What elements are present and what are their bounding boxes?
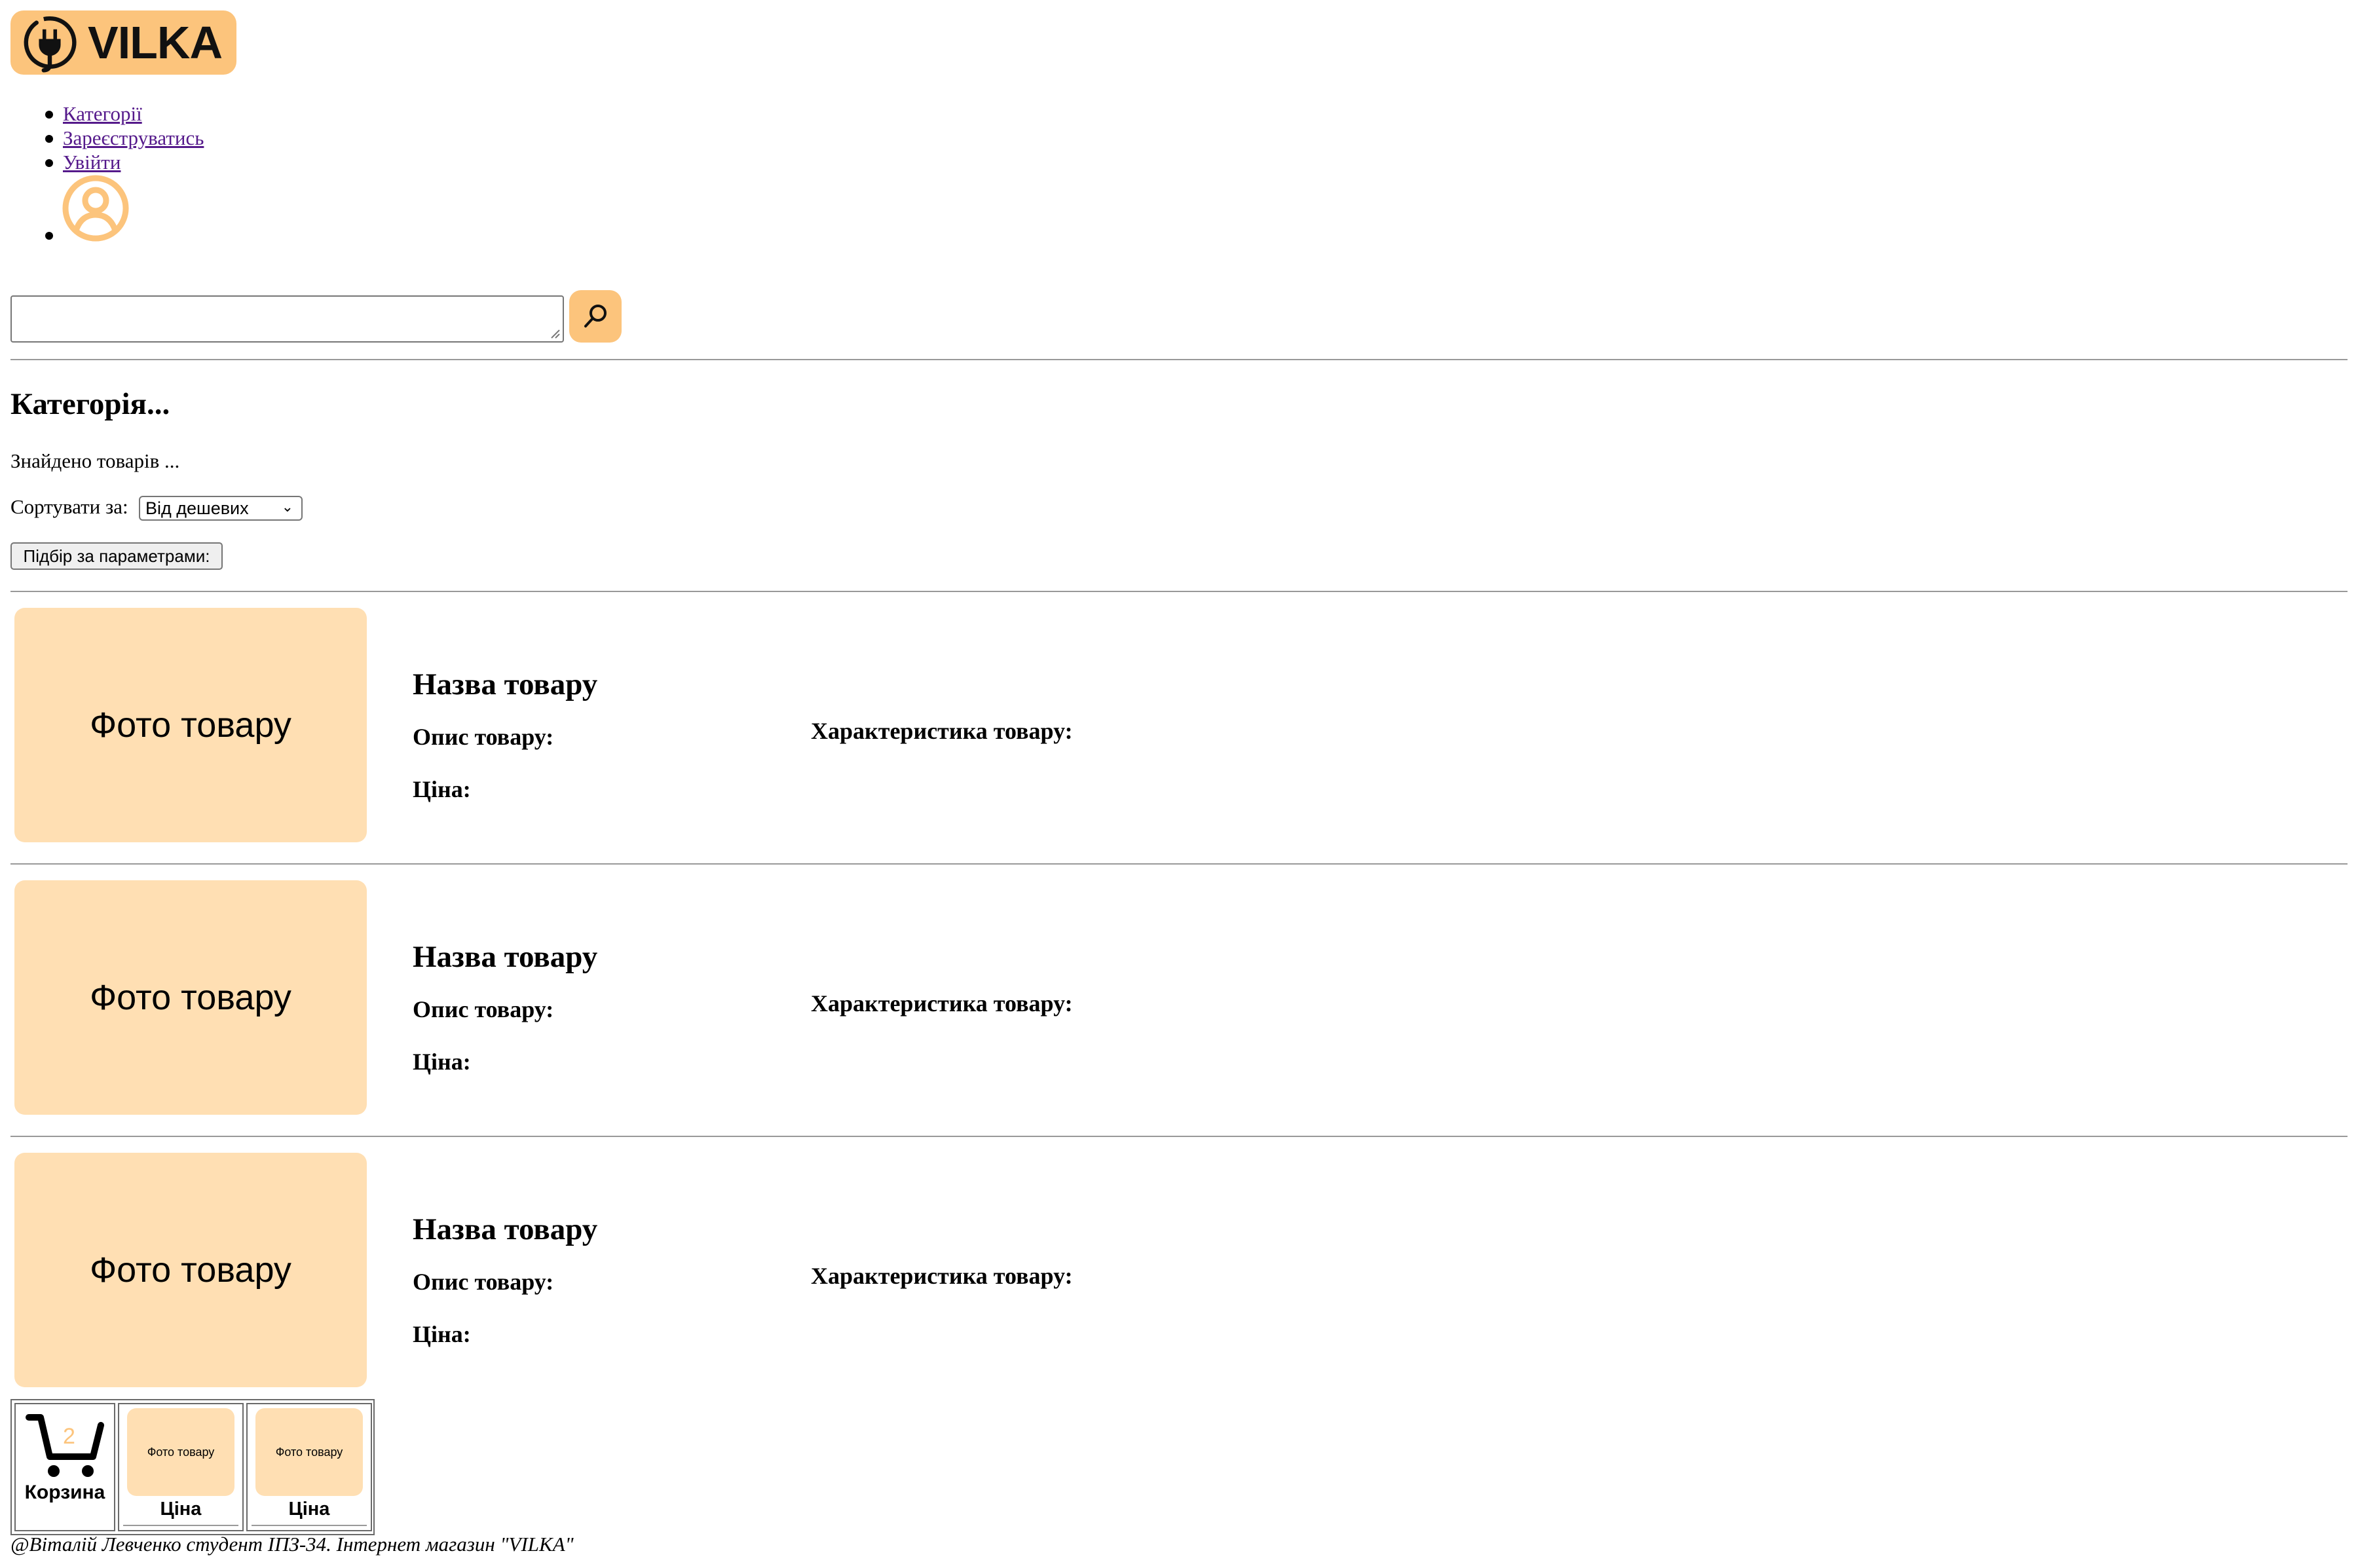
nav-link-categories[interactable]: Категорії bbox=[63, 102, 142, 126]
product-description-label: Опис товару: bbox=[413, 996, 554, 1022]
product-photo[interactable]: Фото товару bbox=[14, 880, 367, 1115]
cart-item-photo: Фото товару bbox=[255, 1408, 363, 1496]
cart-button[interactable]: 2 Корзина bbox=[14, 1403, 115, 1531]
product-price-label: Ціна: bbox=[413, 1321, 471, 1347]
product-price-label: Ціна: bbox=[413, 1049, 471, 1075]
cart-item[interactable]: Фото товару Ціна bbox=[118, 1403, 244, 1531]
nav-link-login[interactable]: Увійти bbox=[63, 151, 121, 174]
divider bbox=[10, 863, 2348, 865]
logo[interactable]: VILKA bbox=[10, 10, 236, 75]
cart-count-badge: 2 bbox=[63, 1424, 75, 1449]
product-name[interactable]: Назва товару bbox=[413, 1212, 597, 1247]
product-specs-label: Характеристика товару: bbox=[811, 1263, 1073, 1289]
filter-parameters-button[interactable]: Підбір за параметрами: bbox=[10, 542, 223, 570]
user-circle-icon[interactable] bbox=[62, 174, 130, 242]
product-card: Фото товару Назва товару Опис товару: Ха… bbox=[0, 608, 2358, 850]
category-title: Категорія... bbox=[10, 387, 170, 421]
divider bbox=[252, 1525, 367, 1526]
product-photo[interactable]: Фото товару bbox=[14, 608, 367, 842]
sort-select[interactable]: Від дешевих ⌄ bbox=[139, 496, 303, 521]
product-card: Фото товару Назва товару Опис товару: Ха… bbox=[0, 1153, 2358, 1395]
search-icon bbox=[584, 305, 607, 327]
cart-widget: 2 Корзина Фото товару Ціна Фото товару Ц… bbox=[10, 1399, 375, 1535]
footer-text: @Віталій Левченко студент ІПЗ-34. Інтерн… bbox=[10, 1533, 574, 1556]
nav-link-register[interactable]: Зареєструватись bbox=[63, 126, 204, 150]
product-name[interactable]: Назва товару bbox=[413, 667, 597, 702]
product-specs-label: Характеристика товару: bbox=[811, 718, 1073, 744]
product-specs-label: Характеристика товару: bbox=[811, 990, 1073, 1017]
cart-item-price: Ціна bbox=[288, 1499, 330, 1520]
product-description-label: Опис товару: bbox=[413, 1269, 554, 1295]
divider bbox=[10, 591, 2348, 592]
product-price-label: Ціна: bbox=[413, 776, 471, 802]
search-input[interactable] bbox=[10, 295, 564, 343]
cart-item-photo: Фото товару bbox=[127, 1408, 234, 1496]
sort-selected-value: Від дешевих bbox=[145, 498, 249, 518]
cart-label: Корзина bbox=[24, 1482, 105, 1503]
divider bbox=[10, 359, 2348, 360]
resize-grip-icon bbox=[551, 329, 560, 339]
cart-item[interactable]: Фото товару Ціна bbox=[246, 1403, 372, 1531]
product-card: Фото товару Назва товару Опис товару: Ха… bbox=[0, 880, 2358, 1123]
divider bbox=[10, 1136, 2348, 1137]
product-description-label: Опис товару: bbox=[413, 724, 554, 750]
chevron-down-icon: ⌄ bbox=[281, 498, 293, 515]
logo-text: VILKA bbox=[88, 17, 223, 68]
product-photo[interactable]: Фото товару bbox=[14, 1153, 367, 1387]
found-count-text: Знайдено товарів ... bbox=[10, 449, 180, 472]
divider bbox=[123, 1525, 238, 1526]
product-name[interactable]: Назва товару bbox=[413, 939, 597, 975]
cart-item-price: Ціна bbox=[160, 1499, 202, 1520]
plug-icon bbox=[24, 16, 77, 73]
search-button[interactable] bbox=[569, 290, 622, 343]
sort-label: Сортувати за: bbox=[10, 495, 128, 518]
